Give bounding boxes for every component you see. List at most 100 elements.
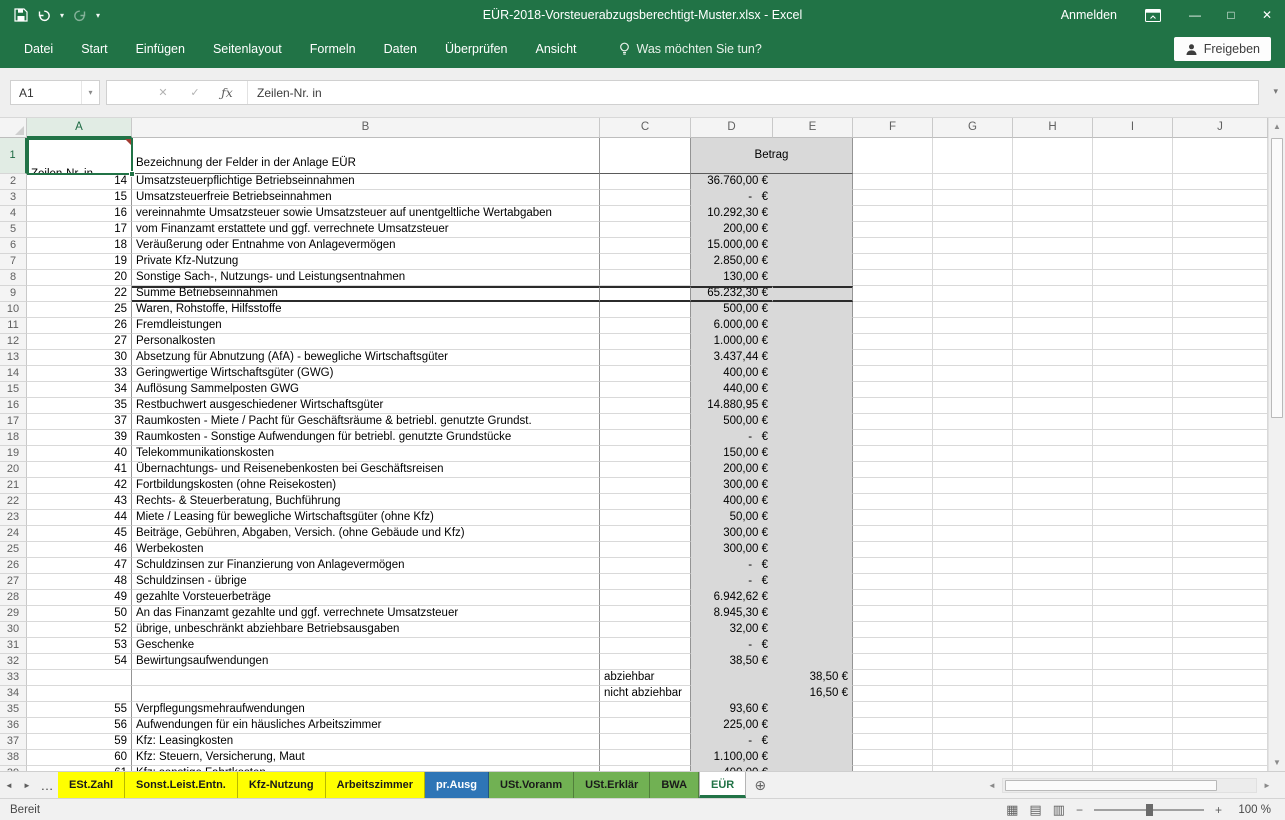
cell-A32[interactable]: 54 (27, 654, 132, 670)
cell-C31[interactable] (600, 638, 691, 654)
cell-B25[interactable]: Werbekosten (132, 542, 600, 558)
cell-E29[interactable] (773, 606, 853, 622)
ribbon-tab-daten[interactable]: Daten (370, 30, 431, 68)
undo-dropdown-icon[interactable]: ▾ (60, 11, 64, 20)
cell-H17[interactable] (1013, 414, 1093, 430)
row-header-1[interactable]: 1 (0, 138, 27, 174)
cell-I2[interactable] (1093, 174, 1173, 190)
cell-J33[interactable] (1173, 670, 1268, 686)
cell-G11[interactable] (933, 318, 1013, 334)
row-header-22[interactable]: 22 (0, 494, 27, 510)
new-sheet-button[interactable]: ⊕ (746, 772, 774, 798)
cell-G31[interactable] (933, 638, 1013, 654)
cell-H15[interactable] (1013, 382, 1093, 398)
cell-A25[interactable]: 46 (27, 542, 132, 558)
cell-H20[interactable] (1013, 462, 1093, 478)
cell-F2[interactable] (853, 174, 933, 190)
cell-B16[interactable]: Restbuchwert ausgeschiedener Wirtschafts… (132, 398, 600, 414)
column-header-E[interactable]: E (773, 118, 853, 138)
cell-C16[interactable] (600, 398, 691, 414)
cell-C12[interactable] (600, 334, 691, 350)
cell-H4[interactable] (1013, 206, 1093, 222)
cell-B22[interactable]: Rechts- & Steuerberatung, Buchführung (132, 494, 600, 510)
row-header-25[interactable]: 25 (0, 542, 27, 558)
sheet-nav-right-icon[interactable]: ► (18, 772, 36, 798)
row-header-30[interactable]: 30 (0, 622, 27, 638)
cell-J4[interactable] (1173, 206, 1268, 222)
cell-I30[interactable] (1093, 622, 1173, 638)
cell-H31[interactable] (1013, 638, 1093, 654)
cell-B33[interactable] (132, 670, 600, 686)
row-header-28[interactable]: 28 (0, 590, 27, 606)
cell-F4[interactable] (853, 206, 933, 222)
cell-F14[interactable] (853, 366, 933, 382)
cell-E20[interactable] (773, 462, 853, 478)
cell-C9[interactable] (600, 286, 691, 302)
cell-G20[interactable] (933, 462, 1013, 478)
cell-A9[interactable]: 22 (27, 286, 132, 302)
cell-D32[interactable]: 38,50 € (691, 654, 773, 670)
cell-J5[interactable] (1173, 222, 1268, 238)
sheet-tab-kfz-nutzung[interactable]: Kfz-Nutzung (238, 772, 326, 798)
cell-G5[interactable] (933, 222, 1013, 238)
cell-D17[interactable]: 500,00 € (691, 414, 773, 430)
cell-E9[interactable] (773, 286, 853, 302)
cell-D11[interactable]: 6.000,00 € (691, 318, 773, 334)
cell-J29[interactable] (1173, 606, 1268, 622)
row-header-36[interactable]: 36 (0, 718, 27, 734)
cell-C11[interactable] (600, 318, 691, 334)
cell-E12[interactable] (773, 334, 853, 350)
column-header-D[interactable]: D (691, 118, 773, 138)
row-header-24[interactable]: 24 (0, 526, 27, 542)
cell-E27[interactable] (773, 574, 853, 590)
cell-J24[interactable] (1173, 526, 1268, 542)
cell-C26[interactable] (600, 558, 691, 574)
row-header-21[interactable]: 21 (0, 478, 27, 494)
cell-J23[interactable] (1173, 510, 1268, 526)
cell-J10[interactable] (1173, 302, 1268, 318)
cell-J14[interactable] (1173, 366, 1268, 382)
zoom-in-button[interactable]: + (1215, 803, 1222, 817)
cell-E22[interactable] (773, 494, 853, 510)
cell-C19[interactable] (600, 446, 691, 462)
vertical-scrollbar-thumb[interactable] (1271, 138, 1283, 418)
cell-J9[interactable] (1173, 286, 1268, 302)
zoom-out-button[interactable]: − (1076, 803, 1083, 817)
cell-D4[interactable]: 10.292,30 € (691, 206, 773, 222)
cell-F27[interactable] (853, 574, 933, 590)
cell-G4[interactable] (933, 206, 1013, 222)
row-header-27[interactable]: 27 (0, 574, 27, 590)
cell-E13[interactable] (773, 350, 853, 366)
cell-E30[interactable] (773, 622, 853, 638)
cell-G2[interactable] (933, 174, 1013, 190)
cell-B21[interactable]: Fortbildungskosten (ohne Reisekosten) (132, 478, 600, 494)
cell-I20[interactable] (1093, 462, 1173, 478)
cell-D36[interactable]: 225,00 € (691, 718, 773, 734)
cell-D37[interactable]: - € (691, 734, 773, 750)
cell-G32[interactable] (933, 654, 1013, 670)
column-header-I[interactable]: I (1093, 118, 1173, 138)
row-header-19[interactable]: 19 (0, 446, 27, 462)
cell-F3[interactable] (853, 190, 933, 206)
cell-D15[interactable]: 440,00 € (691, 382, 773, 398)
cell-D25[interactable]: 300,00 € (691, 542, 773, 558)
cell-D27[interactable]: - € (691, 574, 773, 590)
cell-C8[interactable] (600, 270, 691, 286)
column-header-G[interactable]: G (933, 118, 1013, 138)
row-header-13[interactable]: 13 (0, 350, 27, 366)
cell-B30[interactable]: übrige, unbeschränkt abziehbare Betriebs… (132, 622, 600, 638)
cell-J7[interactable] (1173, 254, 1268, 270)
cell-H19[interactable] (1013, 446, 1093, 462)
cell-H12[interactable] (1013, 334, 1093, 350)
cell-D35[interactable]: 93,60 € (691, 702, 773, 718)
cell-E35[interactable] (773, 702, 853, 718)
column-header-B[interactable]: B (132, 118, 600, 138)
cell-B5[interactable]: vom Finanzamt erstattete und ggf. verrec… (132, 222, 600, 238)
cell-G35[interactable] (933, 702, 1013, 718)
cell-D29[interactable]: 8.945,30 € (691, 606, 773, 622)
cell-F12[interactable] (853, 334, 933, 350)
cell-A37[interactable]: 59 (27, 734, 132, 750)
cell-B37[interactable]: Kfz: Leasingkosten (132, 734, 600, 750)
cell-B24[interactable]: Beiträge, Gebühren, Abgaben, Versich. (o… (132, 526, 600, 542)
cell-A26[interactable]: 47 (27, 558, 132, 574)
